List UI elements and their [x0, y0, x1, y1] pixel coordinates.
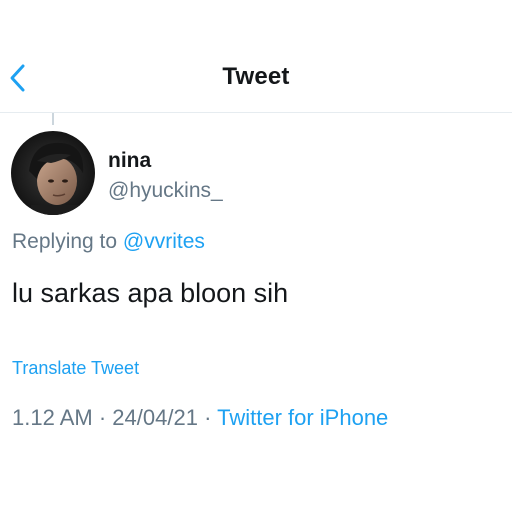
- replying-to-handle-link[interactable]: @vvrites: [123, 230, 205, 253]
- top-navigation-bar: Tweet: [0, 0, 512, 113]
- meta-separator: ·: [204, 405, 212, 430]
- avatar[interactable]: [11, 131, 95, 215]
- replying-to-label: Replying to: [12, 230, 118, 253]
- tweet-source-link[interactable]: Twitter for iPhone: [217, 405, 388, 430]
- display-name[interactable]: nina: [108, 149, 151, 173]
- avatar-image: [11, 131, 95, 215]
- meta-separator: ·: [98, 405, 107, 430]
- tweet-metadata: 1.12 AM · 24/04/21 · Twitter for iPhone: [12, 405, 388, 431]
- thread-connector-line: [52, 113, 54, 125]
- tweet-detail-screen: Tweet nina @hyuckins_ Replying to @vvrit…: [0, 0, 512, 512]
- tweet-text: lu sarkas apa bloon sih: [12, 278, 289, 308]
- translate-tweet-link[interactable]: Translate Tweet: [12, 358, 139, 379]
- user-handle[interactable]: @hyuckins_: [108, 179, 223, 203]
- page-title: Tweet: [222, 63, 290, 90]
- tweet-time: 1.12 AM: [12, 405, 93, 430]
- tweet-date: 24/04/21: [112, 405, 198, 430]
- replying-to-line: Replying to @vvrites: [12, 230, 205, 254]
